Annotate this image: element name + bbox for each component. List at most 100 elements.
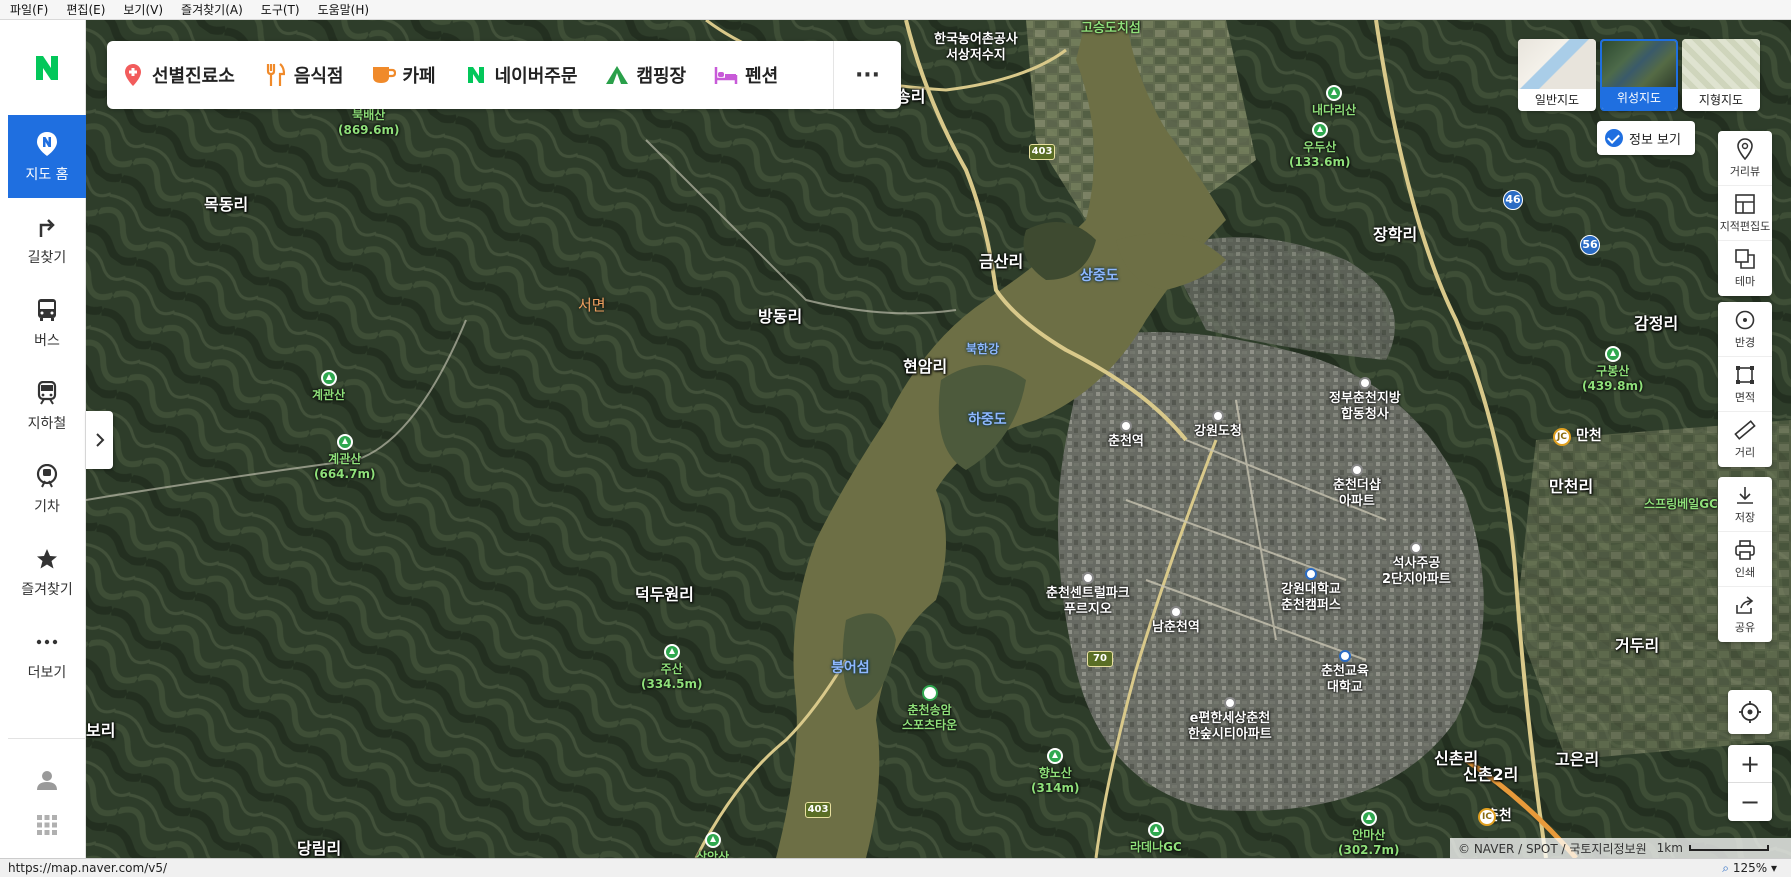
poi-label[interactable]: 춘천교육 대학교 — [1321, 650, 1369, 696]
mountain-label[interactable]: 내다리산 — [1312, 85, 1356, 118]
category-pension[interactable]: 펜션 — [700, 41, 792, 109]
place-label[interactable]: 당림리 — [297, 835, 341, 858]
zoom-out-button[interactable]: − — [1728, 783, 1772, 821]
tool-cadastral[interactable]: 지적편집도 — [1718, 186, 1772, 241]
category-camping[interactable]: 캠핑장 — [591, 41, 700, 109]
info-toggle-button[interactable]: 정보 보기 — [1597, 121, 1695, 155]
category-clinic[interactable]: 선별진료소 — [107, 41, 249, 109]
place-label[interactable]: 만천 — [1576, 428, 1602, 444]
poi-label[interactable]: 춘천역 — [1108, 420, 1144, 450]
map-type-normal[interactable]: 일반지도 — [1518, 39, 1596, 111]
mountain-icon — [1360, 810, 1377, 826]
zoom-in-button[interactable]: + — [1728, 745, 1772, 783]
apps-grid-icon[interactable] — [37, 815, 57, 839]
tool-theme[interactable]: 테마 — [1718, 241, 1772, 296]
school-marker-icon — [1338, 650, 1351, 662]
category-label: 네이버주문 — [494, 66, 578, 87]
place-label[interactable]: 신촌2리 — [1463, 761, 1518, 785]
expand-panel-button[interactable] — [86, 411, 113, 469]
category-cafe[interactable]: 카페 — [358, 41, 450, 109]
sidebar-item-map-home[interactable]: 지도 홈 — [8, 115, 86, 198]
street-view-icon — [1736, 137, 1754, 160]
mountain-label[interactable]: 우두산 (133.6m) — [1289, 122, 1350, 170]
mountain-icon — [1311, 122, 1328, 138]
mountain-icon — [663, 644, 680, 660]
sidebar-bottom — [8, 738, 86, 858]
place-label[interactable]: 금산리 — [979, 248, 1023, 272]
place-label[interactable]: 덕두원리 — [635, 581, 694, 605]
place-label[interactable]: 보리 — [86, 717, 115, 741]
tool-radius[interactable]: 반경 — [1718, 302, 1772, 357]
category-restaurant[interactable]: 음식점 — [249, 41, 358, 109]
sidebar-item-bus[interactable]: 버스 — [8, 281, 86, 364]
menu-favorites[interactable]: 즐겨찾기(A) — [181, 1, 243, 18]
place-label[interactable]: 감정리 — [1634, 310, 1678, 334]
poi-label[interactable]: 춘천더샵 아파트 — [1333, 464, 1381, 510]
user-icon[interactable] — [36, 769, 58, 795]
mountain-label[interactable]: 구봉산 (439.8m) — [1582, 346, 1643, 394]
poi-label[interactable]: 정부춘천지방 합동청사 — [1329, 377, 1401, 423]
sidebar-item-train[interactable]: 기차 — [8, 447, 86, 530]
map-canvas[interactable]: 목동리 금산리 방동리 현암리 장학리 감정리 만천리 덕두원리 거두리 신촌리… — [86, 20, 1791, 858]
normal-map-thumbnail — [1518, 39, 1596, 89]
sidebar-item-subway[interactable]: 지하철 — [8, 364, 86, 447]
sidebar-item-label: 지도 홈 — [25, 166, 69, 183]
category-naver-order[interactable]: 네이버주문 — [450, 41, 592, 109]
naver-logo[interactable] — [8, 20, 86, 115]
browser-zoom-level[interactable]: ⌕ 125% ▾ — [1722, 861, 1777, 876]
poi-label[interactable]: 한국농어촌공사 서상저수지 — [934, 32, 1018, 64]
sidebar-item-more[interactable]: 더보기 — [8, 613, 86, 696]
tool-save[interactable]: 저장 — [1718, 477, 1772, 532]
place-label[interactable]: 방동리 — [758, 303, 802, 327]
area-icon — [1735, 364, 1755, 386]
poi-label[interactable]: 춘천센트럴파크 푸르지오 — [1046, 572, 1130, 618]
menu-help[interactable]: 도움말(H) — [318, 1, 370, 18]
tool-street-view[interactable]: 거리뷰 — [1718, 131, 1772, 186]
island-label[interactable]: 고승도치섬 — [1081, 21, 1141, 36]
poi-label[interactable]: 남춘천역 — [1152, 606, 1200, 636]
map-type-terrain[interactable]: 지형지도 — [1682, 39, 1760, 111]
place-label[interactable]: 거두리 — [1615, 632, 1659, 656]
highway-shield-icon: 46 — [1503, 190, 1523, 210]
tool-distance[interactable]: 거리 — [1718, 412, 1772, 467]
poi-label[interactable]: 석사주공 2단지아파트 — [1382, 542, 1451, 588]
place-label[interactable]: 만천리 — [1549, 473, 1593, 497]
map-type-satellite[interactable]: 위성지도 — [1600, 39, 1678, 111]
menu-tools[interactable]: 도구(T) — [261, 1, 300, 18]
sidebar-item-label: 기차 — [34, 498, 60, 515]
poi-label[interactable]: e편한세상춘천 한숲시티아파트 — [1188, 697, 1272, 743]
mountain-label[interactable]: 주산 (334.5m) — [641, 644, 702, 692]
menu-view[interactable]: 보기(V) — [123, 1, 163, 18]
mountain-label[interactable]: 향노산 (314m) — [1031, 748, 1080, 796]
tool-area[interactable]: 면적 — [1718, 357, 1772, 412]
poi-label[interactable]: 강원대학교 춘천캠퍼스 — [1281, 568, 1341, 614]
place-label[interactable]: 목동리 — [204, 191, 248, 215]
sidebar-item-directions[interactable]: 길찾기 — [8, 198, 86, 281]
map-copyright: © NAVER / SPOT / 국토지리정보원 1km — [1450, 838, 1791, 858]
tool-share[interactable]: 공유 — [1718, 587, 1772, 642]
poi-label[interactable]: 라데나GC — [1130, 822, 1182, 855]
mountain-label[interactable]: 안마산 (302.7m) — [1338, 810, 1399, 858]
menu-edit[interactable]: 편집(E) — [66, 1, 105, 18]
my-location-button[interactable] — [1728, 690, 1772, 734]
sidebar-item-label: 즐겨찾기 — [21, 581, 73, 598]
poi-label[interactable]: 춘천송암 스포츠타운 — [902, 685, 957, 733]
apartment-marker-icon — [1081, 572, 1094, 584]
mountain-label[interactable]: 계관산 — [312, 370, 345, 403]
place-label[interactable]: 고은리 — [1555, 746, 1599, 770]
tool-print[interactable]: 인쇄 — [1718, 532, 1772, 587]
mountain-label[interactable]: 계관산 (664.7m) — [314, 434, 375, 482]
place-label[interactable]: 장학리 — [1373, 221, 1417, 245]
place-label[interactable]: 현암리 — [903, 353, 947, 377]
mountain-label[interactable]: 삼악산 — [696, 832, 729, 858]
measure-tools: 반경 면적 거리 — [1718, 302, 1772, 467]
menu-bar: 파일(F) 편집(E) 보기(V) 즐겨찾기(A) 도구(T) 도움말(H) — [0, 0, 1791, 20]
sidebar-item-favorites[interactable]: 즐겨찾기 — [8, 530, 86, 613]
category-more-button[interactable]: ··· — [833, 41, 901, 109]
poi-label[interactable]: 스프링베일GC — [1644, 497, 1718, 512]
mountain-label[interactable]: 북배산 (869.6m) — [338, 108, 399, 138]
menu-file[interactable]: 파일(F) — [10, 1, 48, 18]
tool-label: 면적 — [1734, 390, 1756, 404]
poi-label[interactable]: 강원도청 — [1194, 410, 1242, 440]
directions-icon — [37, 213, 57, 241]
